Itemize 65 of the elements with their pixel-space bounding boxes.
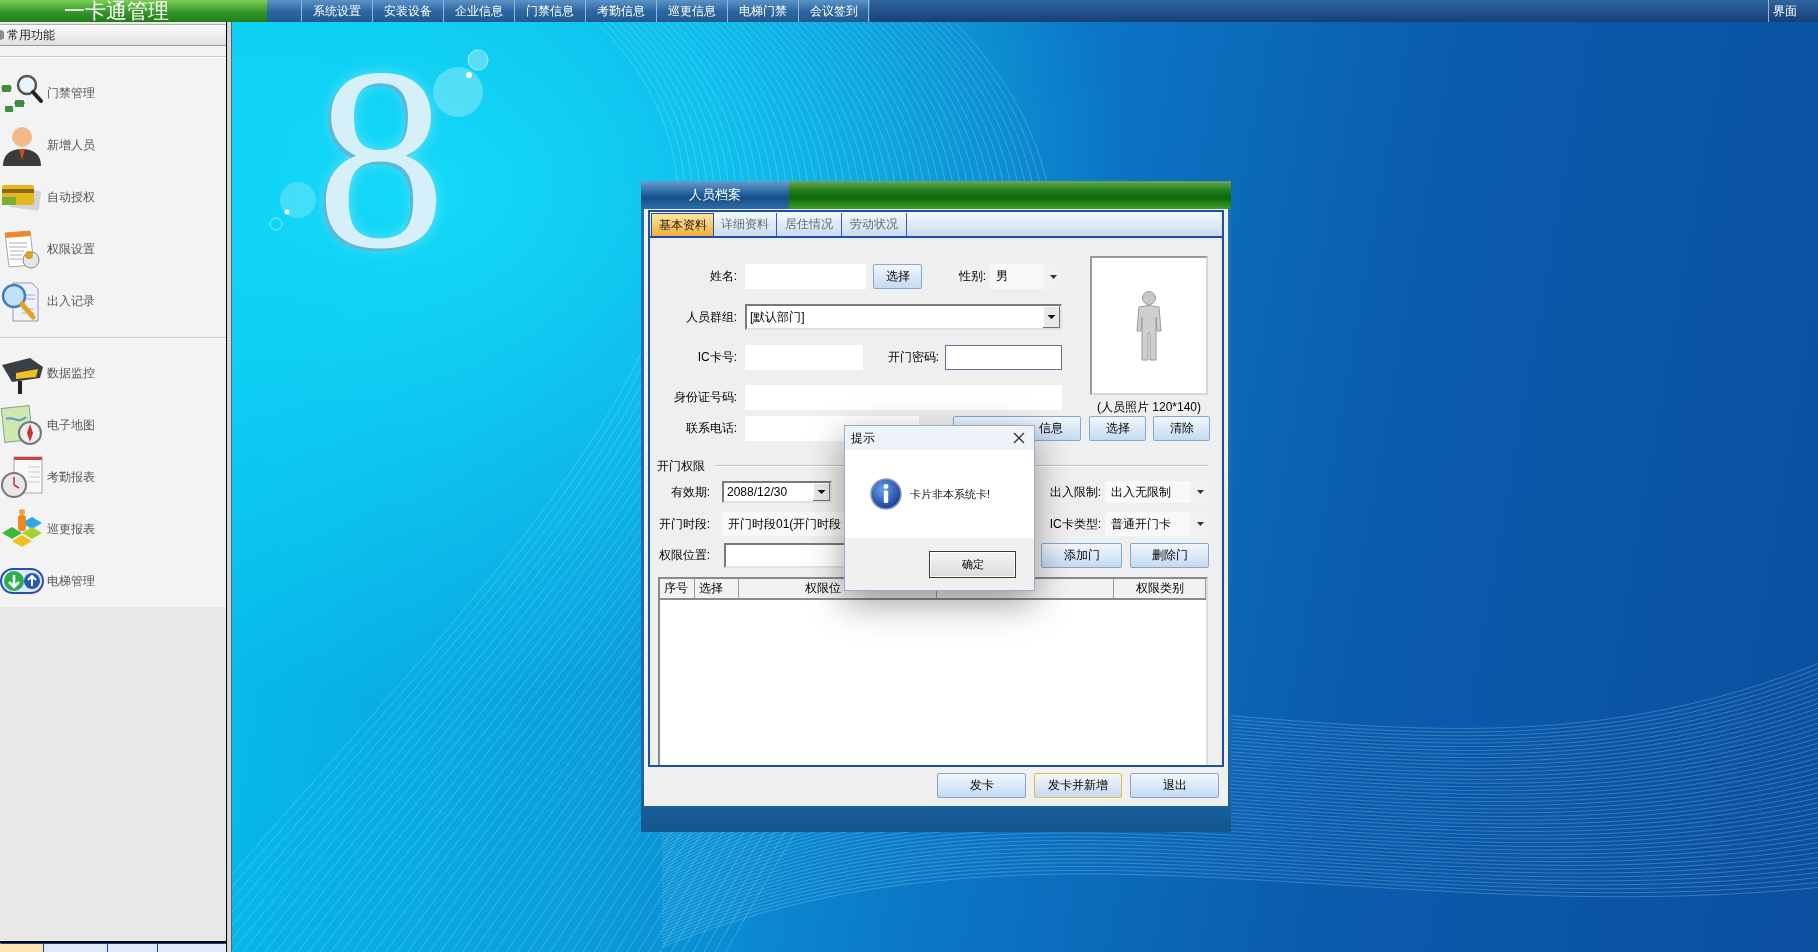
logo: 8	[316, 28, 446, 288]
sidebar-item[interactable]: 电梯管理	[0, 555, 226, 607]
field-label: 有效期:	[669, 483, 710, 501]
bottom-tab[interactable]	[43, 943, 107, 952]
bottom-tab[interactable]	[157, 943, 226, 952]
delete-door-button[interactable]: 删除门	[1130, 543, 1209, 568]
field-label: 出入限制:	[1048, 483, 1101, 501]
column-header[interactable]: 选择	[695, 579, 739, 598]
tab[interactable]: 详细资料	[714, 213, 777, 236]
sidebar-item[interactable]: 出入记录	[0, 275, 226, 327]
field-label: 联系电话:	[684, 420, 737, 437]
caret-icon	[1196, 490, 1204, 494]
issue-card-button[interactable]: 发卡	[937, 773, 1026, 798]
column-header[interactable]: 序号	[660, 579, 695, 598]
in-out-limit-dropdown[interactable]: 出入无限制	[1105, 481, 1209, 503]
ok-button[interactable]: 确定	[929, 551, 1016, 578]
sidebar-item[interactable]: 门禁管理	[0, 67, 226, 119]
person-silhouette-icon	[1133, 290, 1165, 361]
bottom-tab[interactable]	[0, 943, 43, 952]
caret-icon	[1043, 306, 1060, 328]
bullet-icon	[0, 30, 4, 40]
group-dropdown[interactable]: [默认部门]	[745, 304, 1062, 330]
gender-dropdown[interactable]: 男	[990, 264, 1062, 289]
select-button[interactable]: 选择	[1089, 416, 1146, 441]
field-label: 身份证号码:	[672, 389, 737, 406]
card-type-dropdown[interactable]: 普通开门卡	[1105, 512, 1209, 536]
door-password-field[interactable]	[945, 345, 1062, 370]
field-label: 开门密码:	[886, 349, 939, 366]
field-label: 开门时段:	[657, 515, 710, 533]
sidebar-item[interactable]: 自动授权	[0, 171, 226, 223]
add-door-button[interactable]: 添加门	[1041, 543, 1122, 568]
tab[interactable]: 基本资料	[651, 213, 714, 236]
dialog-title: 人员档案	[641, 181, 789, 209]
field-label: IC卡类型:	[1048, 515, 1101, 533]
alert-message: 卡片非本系统卡!	[910, 486, 991, 502]
date-dropdown[interactable]: 2088/12/30	[722, 481, 832, 503]
caret-icon	[1049, 274, 1057, 279]
exit-button[interactable]: 退出	[1130, 773, 1219, 798]
field-label: 人员群组:	[684, 308, 737, 326]
column-header[interactable]: 权限类别	[1114, 579, 1206, 598]
field-label: 权限位置:	[657, 547, 710, 564]
field-label: IC卡号:	[696, 349, 737, 366]
select-button[interactable]: 选择	[873, 264, 922, 289]
clear-button[interactable]: 清除	[1153, 416, 1210, 441]
app-title: 一卡通管理	[64, 0, 169, 22]
issue-and-add-button[interactable]: 发卡并新增	[1034, 773, 1122, 798]
sidebar-item[interactable]: 数据监控	[0, 347, 226, 399]
sidebar-item[interactable]: 电子地图	[0, 399, 226, 451]
sidebar-item[interactable]: 考勤报表	[0, 451, 226, 503]
section-title: 常用功能	[7, 26, 55, 44]
caret-icon	[1196, 522, 1204, 526]
info-icon	[870, 478, 902, 510]
sidebar-item[interactable]: 新增人员	[0, 119, 226, 171]
field-label: 性别:	[957, 268, 986, 285]
sidebar-item[interactable]: 权限设置	[0, 223, 226, 275]
tab[interactable]: 劳动状况	[842, 213, 907, 236]
close-icon[interactable]	[1013, 432, 1025, 444]
field-label: 姓名:	[708, 268, 737, 285]
sidebar-item[interactable]: 巡更报表	[0, 503, 226, 555]
alert-title: 提示	[851, 429, 875, 447]
tab[interactable]: 居住情况	[777, 213, 842, 236]
caret-icon	[813, 483, 830, 501]
photo-caption: (人员照片 120*140)	[1096, 401, 1201, 414]
bottom-tab[interactable]	[107, 943, 157, 952]
section-title: 开门权限	[657, 457, 705, 475]
